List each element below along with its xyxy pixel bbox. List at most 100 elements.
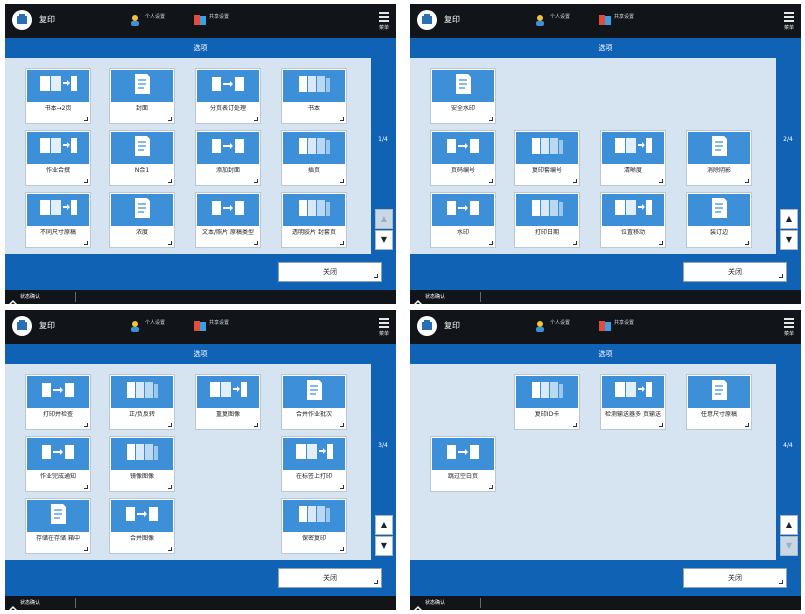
option-button-mirror-image[interactable]: 镜像图像	[109, 436, 175, 492]
option-button-book[interactable]: 书本	[281, 68, 347, 124]
shared-settings-label[interactable]: 共享设置	[614, 15, 634, 20]
scroll-down-button[interactable]: ▼	[780, 230, 798, 250]
add-cover-icon	[210, 135, 246, 161]
personal-settings-label[interactable]: 个人设置	[550, 321, 570, 326]
option-button-booklet[interactable]: 分页表订处理	[195, 68, 261, 124]
shared-settings-label[interactable]: 共享设置	[209, 321, 229, 326]
shared-settings-icon[interactable]	[193, 318, 207, 332]
personal-settings-label[interactable]: 个人设置	[550, 15, 570, 20]
status-monitor-label[interactable]: 状态确认	[20, 293, 40, 300]
personal-settings-label[interactable]: 个人设置	[145, 321, 165, 326]
close-button[interactable]: 关闭	[278, 568, 382, 588]
option-label: 检测输送器多 页输送	[605, 411, 661, 418]
menu-button[interactable]: 菜单	[783, 318, 795, 337]
erase-frame-icon	[708, 134, 730, 162]
personal-settings-label[interactable]: 个人设置	[145, 15, 165, 20]
different-size-originals-icon	[38, 197, 78, 223]
options-panel-page-4: 复印 个人设置 共享设置 菜单 选项 复印ID卡 检测输送器多 页输送 任意尺寸…	[410, 310, 801, 610]
home-icon[interactable]	[416, 315, 438, 337]
option-button-transparency-interleaf[interactable]: 透明胶片 封套页	[281, 192, 347, 248]
option-button-multi-feed-detect[interactable]: 检测输送器多 页输送	[600, 374, 666, 430]
status-monitor-label[interactable]: 状态确认	[425, 293, 445, 300]
option-button-book-to-pages[interactable]: 书本→2页	[25, 68, 91, 124]
option-button-add-cover[interactable]: 添加封面	[195, 130, 261, 186]
density-icon	[131, 196, 153, 224]
shared-settings-icon[interactable]	[598, 318, 612, 332]
status-monitor-label[interactable]: 状态确认	[20, 599, 40, 606]
expand-corner-icon	[84, 179, 88, 183]
option-button-different-size-originals[interactable]: 不同尺寸原稿	[25, 192, 91, 248]
option-button-print-on-tab[interactable]: 在标签上打印	[281, 436, 347, 492]
option-label: 正/负反转	[128, 411, 156, 418]
close-button[interactable]: 关闭	[683, 568, 787, 588]
option-button-merge-image[interactable]: 合并图像	[109, 498, 175, 554]
shared-settings-icon[interactable]	[598, 12, 612, 26]
shared-settings-label[interactable]: 共享设置	[209, 15, 229, 20]
status-monitor-icon[interactable]	[9, 599, 17, 610]
option-button-print-date[interactable]: 打印日期	[514, 192, 580, 248]
scroll-up-button[interactable]: ▲	[780, 209, 798, 229]
scroll-up-button[interactable]: ▲	[780, 515, 798, 535]
option-button-secure-watermark[interactable]: 安全水印	[430, 68, 496, 124]
option-button-combine-batches[interactable]: 合并作业批次	[281, 374, 347, 430]
menu-button[interactable]: 菜单	[378, 12, 390, 31]
status-monitor-icon[interactable]	[414, 599, 422, 610]
sample-print-icon	[40, 379, 76, 405]
expand-corner-icon	[573, 241, 577, 245]
option-button-erase-frame[interactable]: 消除阴影	[686, 130, 752, 186]
personal-settings-icon[interactable]	[129, 318, 143, 332]
n-on-1-icon	[131, 134, 153, 162]
option-button-skip-blank-pages[interactable]: 跳过空白页	[430, 436, 496, 492]
copy-label: 复印	[444, 321, 460, 330]
option-button-id-card-copy[interactable]: 复印ID卡	[514, 374, 580, 430]
home-icon[interactable]	[416, 9, 438, 31]
option-button-density[interactable]: 浓度	[109, 192, 175, 248]
expand-corner-icon	[340, 117, 344, 121]
option-button-copy-set-numbering[interactable]: 复印套编号	[514, 130, 580, 186]
scroll-up-button[interactable]: ▲	[375, 515, 393, 535]
option-button-gutter[interactable]: 装订边	[686, 192, 752, 248]
triangle-up-icon: ▲	[380, 214, 388, 223]
option-button-page-numbering[interactable]: 页码编号	[430, 130, 496, 186]
option-button-cover[interactable]: 封面	[109, 68, 175, 124]
personal-settings-icon[interactable]	[534, 12, 548, 26]
home-icon[interactable]	[11, 315, 33, 337]
menu-button[interactable]: 菜单	[783, 12, 795, 31]
option-button-insert-sheets[interactable]: 插页	[281, 130, 347, 186]
image-repeat-icon	[208, 379, 248, 405]
status-monitor-label[interactable]: 状态确认	[425, 599, 445, 606]
expand-corner-icon	[489, 117, 493, 121]
option-button-n-on-1[interactable]: N合1	[109, 130, 175, 186]
home-icon[interactable]	[11, 9, 33, 31]
option-label: 打印日期	[534, 229, 559, 236]
personal-settings-icon[interactable]	[129, 12, 143, 26]
print-on-tab-icon	[294, 441, 334, 467]
top-bar: 复印 个人设置 共享设置 菜单	[5, 310, 396, 344]
option-button-original-type[interactable]: 文本/照片 原稿类型	[195, 192, 261, 248]
status-monitor-icon[interactable]	[414, 293, 422, 304]
scroll-up-button[interactable]: ▲	[375, 209, 393, 229]
scroll-down-button[interactable]: ▼	[780, 536, 798, 556]
option-button-shift[interactable]: 位置移动	[600, 192, 666, 248]
personal-settings-icon[interactable]	[534, 318, 548, 332]
option-button-image-repeat[interactable]: 重复图像	[195, 374, 261, 430]
option-button-store-in-box[interactable]: 存储在存储 箱中	[25, 498, 91, 554]
option-button-sharpness[interactable]: 清晰度	[600, 130, 666, 186]
option-button-sample-print[interactable]: 打印并检查	[25, 374, 91, 430]
option-button-job-build[interactable]: 作业合撰	[25, 130, 91, 186]
status-monitor-icon[interactable]	[9, 293, 17, 304]
scroll-down-button[interactable]: ▼	[375, 230, 393, 250]
scroll-down-button[interactable]: ▼	[375, 536, 393, 556]
option-button-watermark[interactable]: 水印	[430, 192, 496, 248]
shared-settings-icon[interactable]	[193, 12, 207, 26]
option-button-free-size-originals[interactable]: 任意尺寸原稿	[686, 374, 752, 430]
option-button-secured-copy[interactable]: 保密复印	[281, 498, 347, 554]
menu-button[interactable]: 菜单	[378, 318, 390, 337]
close-button[interactable]: 关闭	[683, 262, 787, 282]
close-button[interactable]: 关闭	[278, 262, 382, 282]
shared-settings-label[interactable]: 共享设置	[614, 321, 634, 326]
option-button-negative-positive[interactable]: 正/负反转	[109, 374, 175, 430]
copy-label: 复印	[39, 15, 55, 24]
option-button-job-done-notice[interactable]: 作业完成通知	[25, 436, 91, 492]
menu-label: 菜单	[378, 331, 389, 337]
